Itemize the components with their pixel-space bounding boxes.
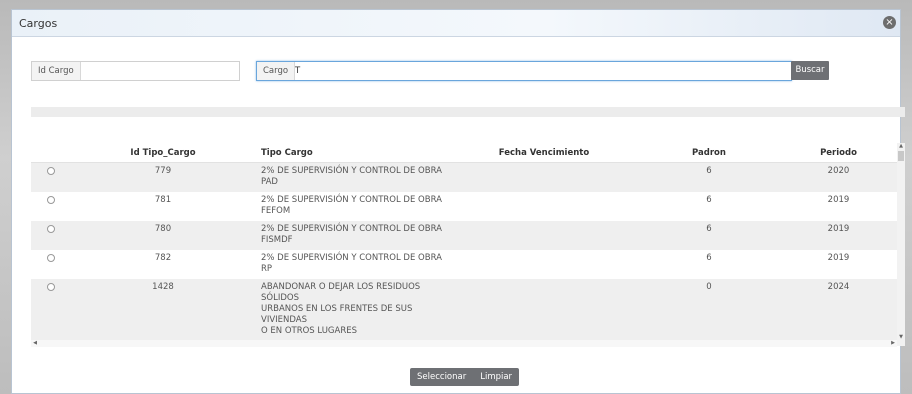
cell-tipo-cargo: 2% DE SUPERVISIÓN Y CONTROL DE OBRA FEFOM (255, 192, 450, 221)
row-select-cell (31, 250, 71, 279)
row-select-cell (31, 221, 71, 250)
tipo-cargo-line: ABANDONAR O DEJAR LOS RESIDUOS SÓLIDOS (261, 282, 421, 303)
row-select-cell (31, 162, 71, 192)
cell-fecha-vencimiento (450, 279, 638, 341)
row-select-cell (31, 279, 71, 341)
tipo-cargo-line: 2% DE SUPERVISIÓN Y CONTROL DE OBRA (261, 195, 442, 205)
modal-header: Cargos (12, 10, 900, 37)
tipo-cargo-line: FEFOM (261, 206, 291, 216)
cell-padron: 0 (638, 279, 780, 341)
footer-button-group: Seleccionar Limpiar (410, 368, 520, 386)
row-radio[interactable] (47, 283, 55, 291)
vertical-scrollbar[interactable]: ▲ ▼ (897, 143, 905, 346)
tipo-cargo-line: FISMDF (261, 235, 293, 245)
cell-tipo-cargo: 2% DE SUPERVISIÓN Y CONTROL DE OBRA FISMD… (255, 221, 450, 250)
table-row[interactable]: 781 2% DE SUPERVISIÓN Y CONTROL DE OBRA FE… (31, 192, 897, 221)
cell-padron: 6 (706, 253, 712, 263)
cargo-label: Cargo (257, 62, 296, 80)
cell-padron: 6 (706, 195, 712, 205)
cell-periodo: 2019 (827, 195, 850, 205)
cell-id: 782 (154, 253, 172, 263)
header-id-tipo-cargo[interactable]: Id Tipo_Cargo (71, 143, 255, 163)
cell-tipo-cargo: 2% DE SUPERVISIÓN Y CONTROL DE OBRA RP (255, 250, 450, 279)
header-padron[interactable]: Padron (638, 143, 780, 163)
table-row[interactable]: 779 2% DE SUPERVISIÓN Y CONTROL DE OBRA P… (31, 162, 897, 192)
cell-periodo: 2019 (780, 221, 897, 250)
row-select-cell (31, 192, 71, 221)
cell-id: 1428 (71, 279, 255, 341)
table-row[interactable]: 1428 ABANDONAR O DEJAR LOS RESIDUOS SÓLID… (31, 279, 897, 341)
results-info-bar (31, 107, 905, 117)
horizontal-scrollbar[interactable]: ◀ ▶ (31, 340, 897, 347)
cell-fecha-vencimiento (450, 192, 638, 221)
header-periodo[interactable]: Periodo (780, 143, 897, 163)
cargo-field: Cargo (256, 61, 792, 81)
id-cargo-label: Id Cargo (32, 62, 81, 80)
row-radio[interactable] (47, 196, 55, 204)
tipo-cargo-line: 2% DE SUPERVISIÓN Y CONTROL DE OBRA (261, 224, 442, 234)
cargo-input[interactable] (291, 62, 789, 80)
cell-fecha-vencimiento (450, 221, 638, 250)
row-radio[interactable] (47, 225, 55, 233)
modal-title: Cargos (19, 17, 58, 30)
tipo-cargo-line: 2% DE SUPERVISIÓN Y CONTROL DE OBRA PAD (261, 166, 442, 187)
row-radio[interactable] (47, 254, 55, 262)
select-button[interactable]: Seleccionar (410, 368, 473, 386)
scroll-up-icon[interactable]: ▲ (897, 143, 905, 149)
scroll-thumb[interactable] (898, 151, 904, 161)
clear-button[interactable]: Limpiar (473, 368, 519, 386)
close-icon[interactable]: × (883, 16, 896, 29)
cell-id: 780 (71, 221, 255, 250)
tipo-cargo-line: 2% DE SUPERVISIÓN Y CONTROL DE OBRA RP (261, 253, 442, 274)
cell-tipo-cargo: 2% DE SUPERVISIÓN Y CONTROL DE OBRA PAD (255, 162, 450, 192)
results-table: Id Tipo_Cargo Tipo Cargo Fecha Vencimien… (31, 143, 897, 346)
table-row[interactable]: 782 2% DE SUPERVISIÓN Y CONTROL DE OBRA R… (31, 250, 897, 279)
scroll-down-icon[interactable]: ▼ (897, 334, 905, 340)
tipo-cargo-line: URBANOS EN LOS FRENTES DE SUS VIVIENDAS (261, 304, 413, 325)
cell-id: 781 (154, 195, 172, 205)
scroll-left-icon[interactable]: ◀ (31, 340, 39, 347)
id-cargo-field: Id Cargo (31, 61, 240, 81)
header-tipo-cargo[interactable]: Tipo Cargo (255, 143, 450, 163)
results-table-container: Id Tipo_Cargo Tipo Cargo Fecha Vencimien… (31, 143, 905, 346)
scroll-right-icon[interactable]: ▶ (889, 340, 897, 347)
table-row[interactable]: 780 2% DE SUPERVISIÓN Y CONTROL DE OBRA FI… (31, 221, 897, 250)
tipo-cargo-line: O EN OTROS LUGARES (261, 326, 358, 336)
header-fecha-vencimiento[interactable]: Fecha Vencimiento (450, 143, 638, 163)
cell-id: 779 (71, 162, 255, 192)
header-select (31, 143, 71, 163)
row-radio[interactable] (47, 167, 55, 175)
cell-periodo: 2019 (827, 253, 850, 263)
cell-padron: 6 (638, 221, 780, 250)
cell-periodo: 2020 (780, 162, 897, 192)
cell-fecha-vencimiento (450, 162, 638, 192)
id-cargo-input[interactable] (80, 62, 238, 80)
cell-periodo: 2024 (780, 279, 897, 341)
cell-fecha-vencimiento (450, 250, 638, 279)
table-header-row: Id Tipo_Cargo Tipo Cargo Fecha Vencimien… (31, 143, 897, 163)
search-button[interactable]: Buscar (791, 61, 829, 80)
cell-tipo-cargo: ABANDONAR O DEJAR LOS RESIDUOS SÓLIDOS UR… (255, 279, 450, 341)
cell-padron: 6 (638, 162, 780, 192)
